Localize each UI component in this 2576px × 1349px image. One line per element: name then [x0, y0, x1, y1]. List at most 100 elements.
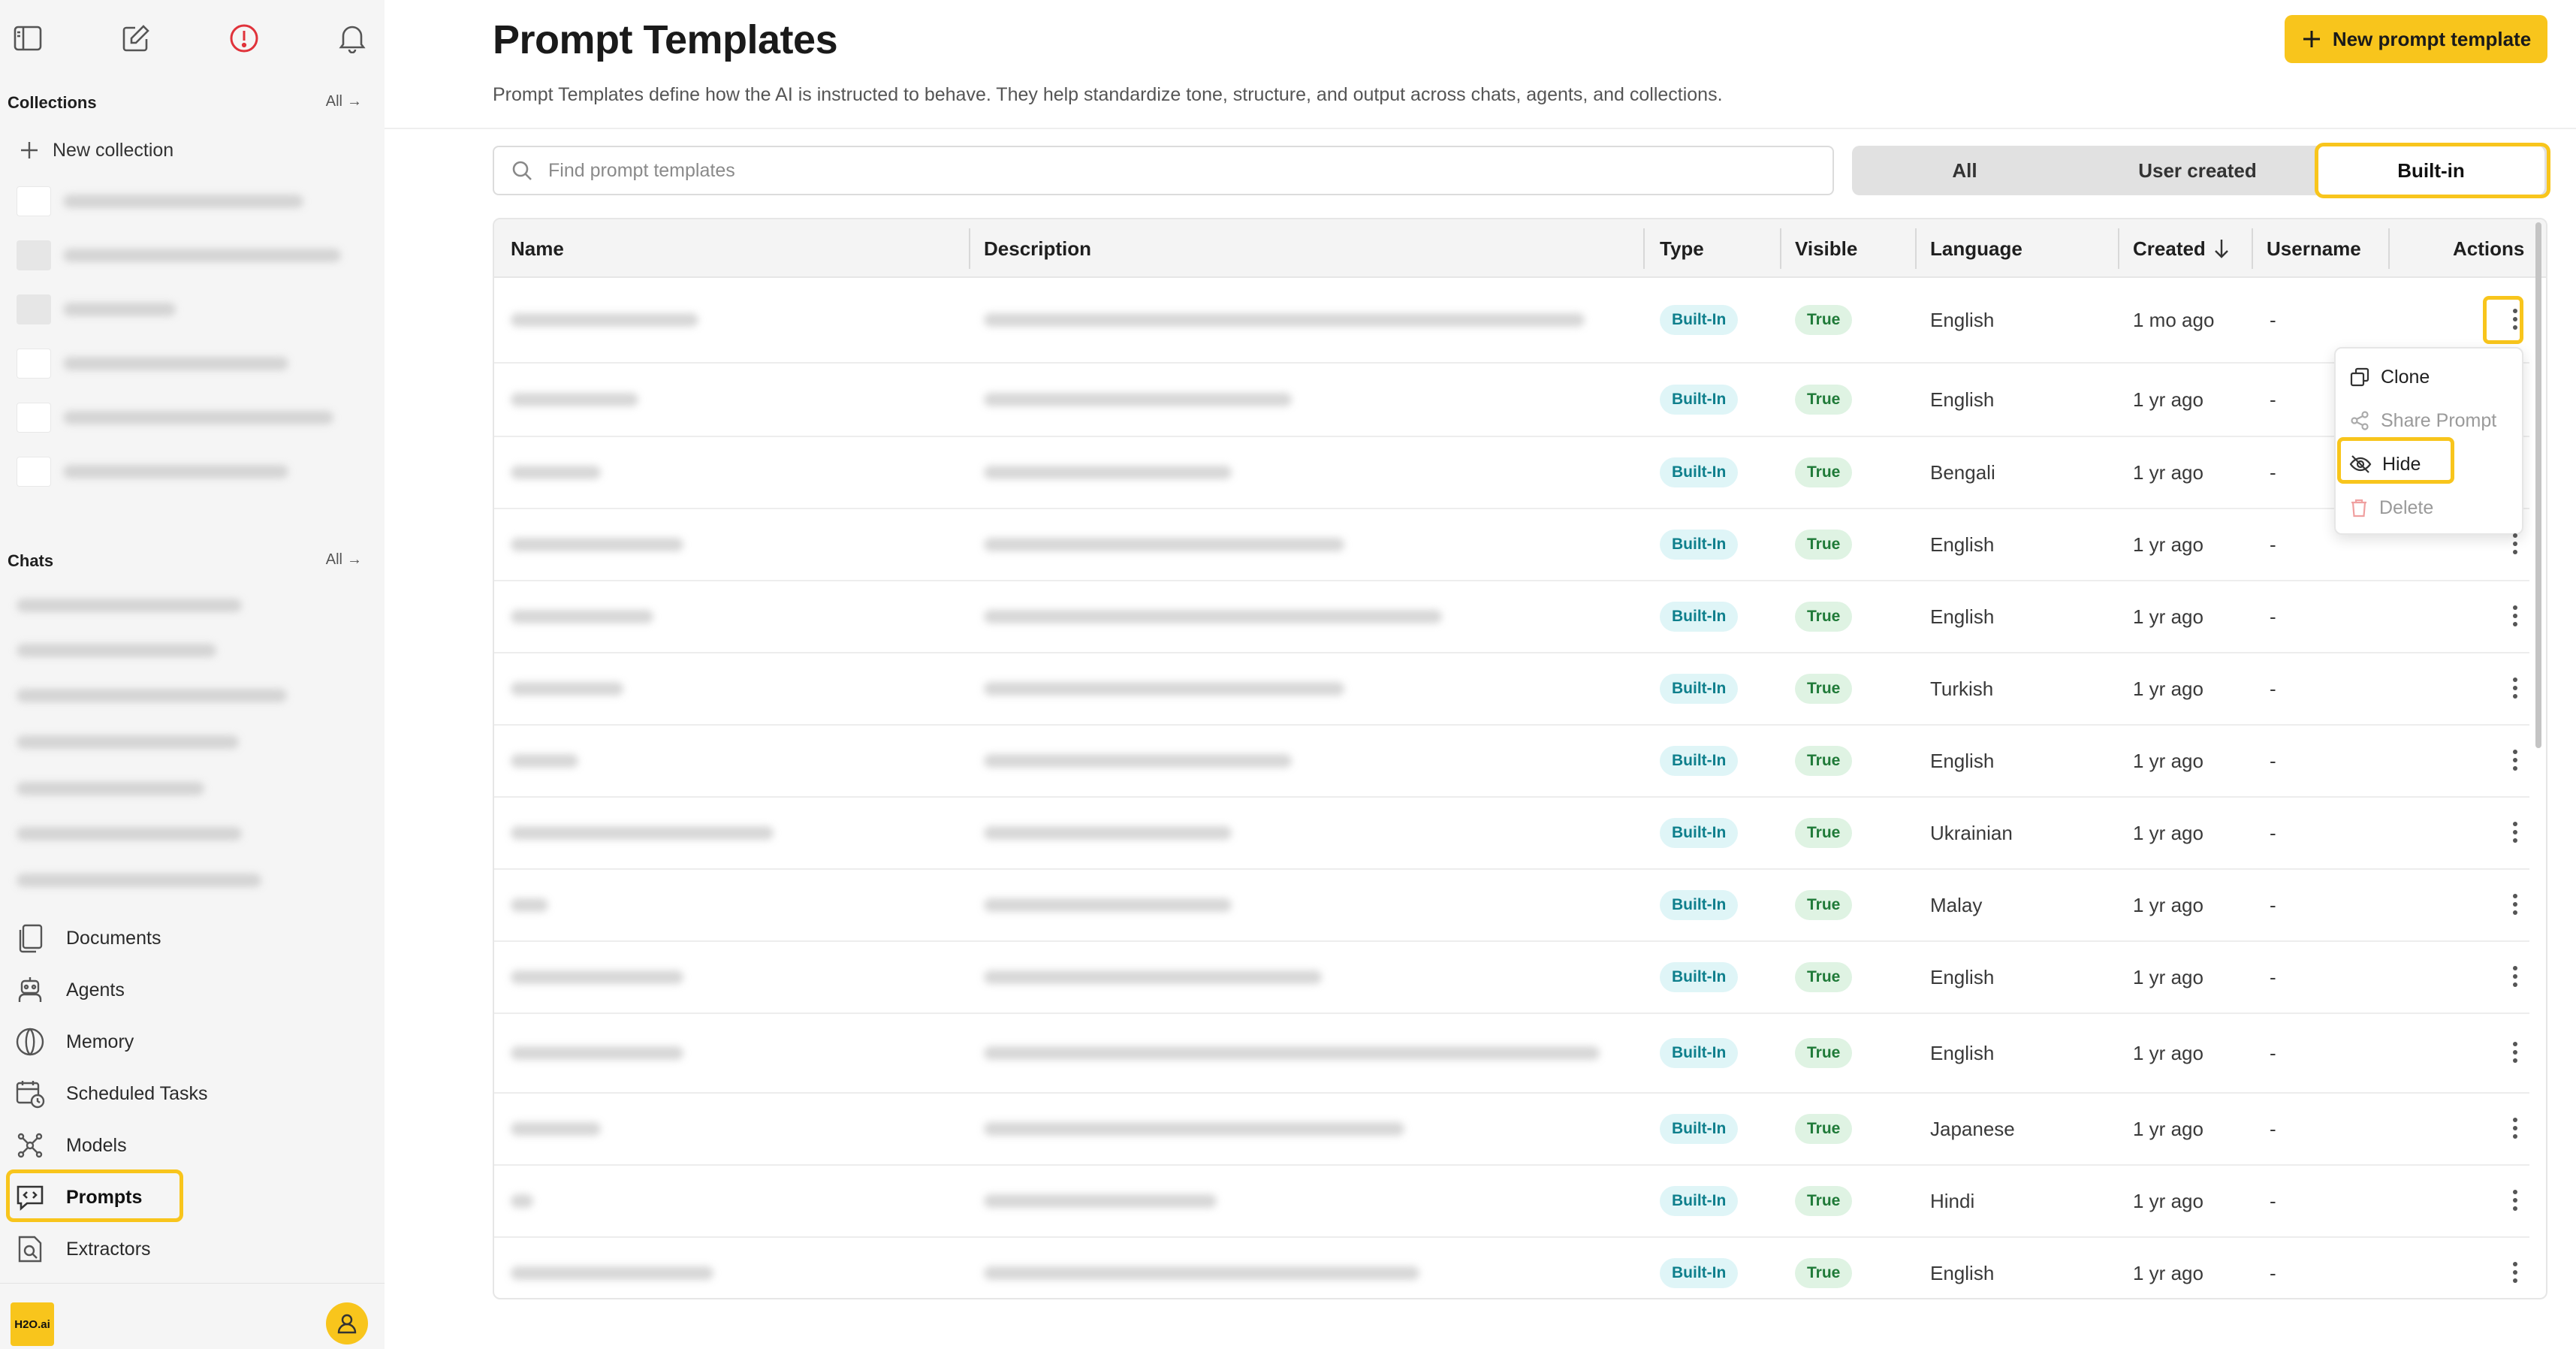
table-scrollbar[interactable] [2535, 222, 2541, 748]
kebab-icon[interactable] [2502, 599, 2528, 633]
name-cell[interactable] [511, 798, 931, 868]
name-cell[interactable] [511, 581, 931, 652]
name-cell[interactable] [511, 870, 931, 940]
column-header-language[interactable]: Language [1930, 219, 2022, 278]
table-row[interactable]: Built-In True English 1 yr ago - [494, 1238, 2529, 1298]
visible-badge: True [1795, 305, 1853, 335]
table-row[interactable]: Built-In True English 1 yr ago - [494, 509, 2529, 581]
table-row[interactable]: Built-In True English 1 mo ago - [494, 278, 2529, 364]
collections-all-link[interactable]: All → [326, 93, 362, 110]
h2o-logo[interactable]: H2O.ai [11, 1302, 54, 1346]
name-cell[interactable] [511, 1238, 931, 1298]
column-header-type[interactable]: Type [1660, 219, 1704, 278]
user-avatar[interactable] [326, 1302, 368, 1344]
menu-item-share-prompt[interactable]: Share Prompt [2349, 403, 2496, 439]
sidebar-toggle-icon[interactable] [11, 21, 45, 56]
column-header-name[interactable]: Name [511, 219, 564, 278]
column-header-visible[interactable]: Visible [1795, 219, 1857, 278]
type-badge: Built-In [1660, 746, 1739, 776]
redacted-text [984, 970, 1322, 984]
table-row[interactable]: Built-In True English 1 yr ago - [494, 1014, 2529, 1094]
column-header-created[interactable]: Created [2133, 219, 2230, 278]
name-cell[interactable] [511, 437, 931, 508]
menu-item-clone[interactable]: Clone [2349, 359, 2430, 395]
name-cell[interactable] [511, 278, 931, 362]
kebab-icon[interactable] [2502, 1255, 2528, 1290]
name-cell[interactable] [511, 1014, 931, 1092]
edit-icon[interactable] [119, 21, 153, 56]
kebab-icon[interactable] [2502, 671, 2528, 705]
description-cell [984, 1238, 1615, 1298]
kebab-icon[interactable] [2502, 1183, 2528, 1218]
column-header-description[interactable]: Description [984, 219, 1091, 278]
menu-item-delete[interactable]: Delete [2349, 490, 2433, 526]
chat-item[interactable] [17, 774, 204, 804]
type-badge: Built-In [1660, 305, 1739, 335]
collection-item[interactable] [17, 347, 347, 380]
chat-item[interactable] [17, 727, 239, 757]
search-box[interactable] [493, 146, 1834, 195]
kebab-icon[interactable] [2502, 887, 2528, 922]
visible-badge: True [1795, 1114, 1853, 1144]
name-cell[interactable] [511, 1166, 931, 1236]
name-cell[interactable] [511, 726, 931, 796]
table-row[interactable]: Built-In True English 1 yr ago - [494, 726, 2529, 798]
name-cell[interactable] [511, 364, 931, 436]
name-cell[interactable] [511, 942, 931, 1013]
kebab-icon[interactable] [2502, 743, 2528, 777]
table-row[interactable]: Built-In True English 1 yr ago - [494, 581, 2529, 653]
bell-icon[interactable] [335, 21, 370, 56]
collection-item[interactable] [17, 293, 347, 326]
kebab-icon[interactable] [2502, 959, 2528, 994]
chat-item[interactable] [17, 590, 242, 620]
chat-item[interactable] [17, 635, 216, 665]
table-row[interactable]: Built-In True Ukrainian 1 yr ago - [494, 798, 2529, 870]
nav-models[interactable]: Models [11, 1122, 356, 1169]
name-cell[interactable] [511, 653, 931, 724]
redacted-text [63, 303, 176, 316]
chat-item[interactable] [17, 819, 242, 849]
nav-documents[interactable]: Documents [11, 915, 356, 961]
kebab-icon[interactable] [2502, 1035, 2528, 1070]
table-row[interactable]: Built-In True Turkish 1 yr ago - [494, 653, 2529, 726]
menu-item-clone-label: Clone [2381, 366, 2430, 388]
collection-item[interactable] [17, 401, 347, 434]
kebab-icon[interactable] [2502, 815, 2528, 850]
nav-agents[interactable]: Agents [11, 967, 356, 1013]
type-cell: Built-In [1660, 509, 1739, 580]
chat-item[interactable] [17, 865, 261, 895]
table-row[interactable]: Built-In True English 1 yr ago - [494, 942, 2529, 1014]
table-row[interactable]: Built-In True Bengali 1 yr ago - [494, 437, 2529, 509]
filter-all[interactable]: All [1852, 146, 2077, 195]
redacted-text [17, 874, 261, 887]
description-cell [984, 278, 1615, 362]
table-row[interactable]: Built-In True Hindi 1 yr ago - [494, 1166, 2529, 1238]
column-header-username[interactable]: Username [2267, 219, 2361, 278]
chats-all-link[interactable]: All → [326, 551, 362, 569]
collection-item[interactable] [17, 239, 347, 272]
new-collection-button[interactable]: New collection [20, 134, 173, 167]
kebab-icon[interactable] [2502, 527, 2528, 561]
nav-scheduled-tasks[interactable]: Scheduled Tasks [11, 1070, 356, 1117]
page-description: Prompt Templates define how the AI is in… [493, 84, 1723, 105]
filter-user-created[interactable]: User created [2085, 146, 2310, 195]
search-input[interactable] [548, 159, 1750, 182]
name-cell[interactable] [511, 509, 931, 580]
kebab-icon[interactable] [2502, 302, 2528, 336]
documents-icon [14, 922, 47, 955]
models-icon [14, 1129, 47, 1162]
table-row[interactable]: Built-In True English 1 yr ago - [494, 364, 2529, 437]
chat-item[interactable] [17, 681, 287, 711]
collection-item[interactable] [17, 185, 347, 218]
new-prompt-template-button[interactable]: New prompt template [2285, 15, 2547, 63]
alert-circle-icon[interactable] [227, 21, 261, 56]
kebab-icon[interactable] [2502, 1111, 2528, 1145]
name-cell[interactable] [511, 1094, 931, 1164]
table-row[interactable]: Built-In True Japanese 1 yr ago - [494, 1094, 2529, 1166]
nav-extractors[interactable]: Extractors [11, 1226, 356, 1272]
table-row[interactable]: Built-In True Malay 1 yr ago - [494, 870, 2529, 942]
collection-item[interactable] [17, 455, 347, 488]
nav-memory[interactable]: Memory [11, 1019, 356, 1065]
column-header-actions: Actions [2453, 237, 2525, 260]
arrow-down-icon [2214, 240, 2228, 258]
